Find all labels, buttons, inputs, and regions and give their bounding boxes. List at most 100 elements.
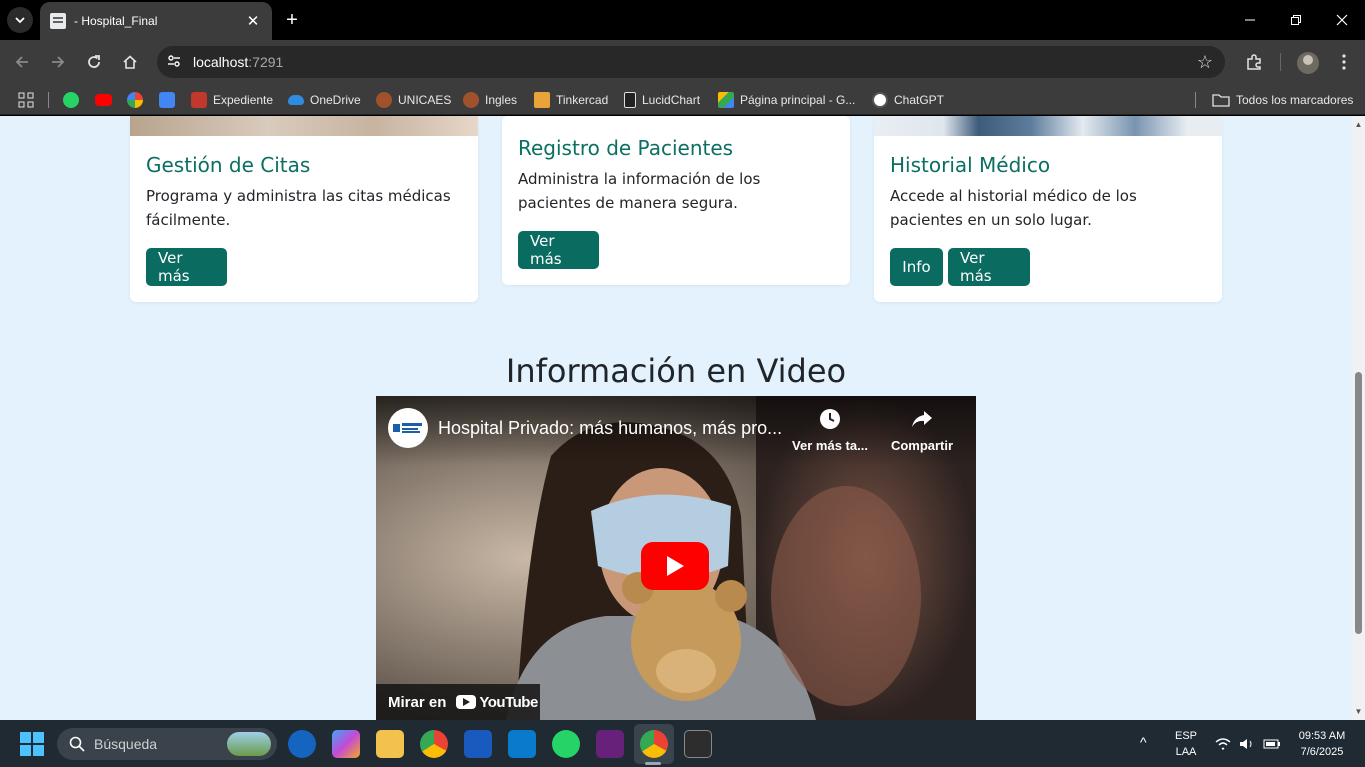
search-icon [69, 736, 85, 752]
copilot-icon[interactable] [332, 730, 360, 758]
chrome-profile-icon[interactable] [640, 730, 668, 758]
tab-search-button[interactable] [7, 7, 33, 33]
browser-tab[interactable]: - Hospital_Final ✕ [40, 2, 272, 40]
bookmark-divider [1195, 92, 1196, 108]
minimize-button[interactable] [1227, 0, 1273, 40]
file-explorer-icon[interactable] [376, 730, 404, 758]
watch-on-youtube-button[interactable]: Mirar en YouTube [376, 684, 540, 720]
bookmark-onedrive[interactable]: OneDrive [288, 91, 361, 109]
back-arrow-icon [15, 56, 28, 68]
youtube-bookmark[interactable] [95, 91, 118, 109]
ver-mas-button[interactable]: Ver más [518, 231, 599, 269]
bookmark-star-icon[interactable]: ☆ [1197, 52, 1213, 73]
section-title: Información en Video [505, 352, 847, 390]
all-bookmarks-folder[interactable]: Todos los marcadores [1212, 91, 1353, 109]
close-window-button[interactable] [1319, 0, 1365, 40]
hospital-logo-icon [393, 423, 422, 433]
share-icon [912, 411, 932, 427]
google-bookmark[interactable] [127, 91, 149, 109]
chrome-icon[interactable] [420, 730, 448, 758]
ingles-icon [463, 92, 479, 108]
reload-button[interactable] [80, 48, 108, 76]
page-content: Gestión de Citas Programa y administra l… [0, 116, 1352, 720]
clock-icon [820, 409, 840, 429]
card-title: Historial Médico [890, 153, 1051, 177]
wifi-volume-battery-icon [1215, 738, 1280, 750]
expediente-icon [191, 92, 207, 108]
url-text[interactable]: localhost:7291 [193, 54, 283, 70]
menu-button[interactable] [1330, 48, 1358, 76]
translate-bookmark[interactable] [159, 91, 181, 109]
grid-icon [18, 92, 34, 108]
taskbar-app-1[interactable] [288, 730, 316, 758]
scroll-down-arrow[interactable]: ▼ [1354, 707, 1363, 716]
card-title: Registro de Pacientes [518, 136, 734, 160]
toolbar-divider [1280, 53, 1281, 71]
forward-button[interactable] [44, 48, 72, 76]
play-button[interactable] [641, 542, 709, 590]
bookmark-pagina-principal[interactable]: Página principal - G... [718, 91, 855, 109]
ver-mas-button[interactable]: Ver más [146, 248, 227, 286]
terminal-icon[interactable] [684, 730, 712, 758]
ver-mas-button[interactable]: Ver más [948, 248, 1030, 286]
restore-button[interactable] [1273, 0, 1319, 40]
site-info-icon[interactable] [165, 53, 183, 71]
word-icon[interactable] [464, 730, 492, 758]
card-gestion-citas: Gestión de Citas Programa y administra l… [130, 116, 478, 302]
chatgpt-icon [872, 92, 888, 108]
taskbar-search[interactable]: Búsqueda [57, 728, 277, 760]
close-tab-icon[interactable]: ✕ [244, 12, 262, 30]
lang-bottom: LAA [1175, 746, 1197, 758]
reload-icon [88, 55, 100, 68]
vscode-icon[interactable] [508, 730, 536, 758]
channel-avatar[interactable] [388, 408, 428, 448]
windows-icon [20, 732, 44, 756]
forward-arrow-icon [52, 56, 65, 68]
share-button[interactable]: Compartir [884, 408, 960, 453]
scroll-thumb[interactable] [1355, 372, 1362, 634]
more-vert-icon [1342, 54, 1346, 70]
card-text: Administra la información de los pacient… [518, 170, 761, 212]
unicaes-icon [376, 92, 392, 108]
clock-date: 7/6/2025 [1300, 746, 1344, 758]
apps-icon[interactable] [18, 91, 34, 109]
card-title: Gestión de Citas [146, 153, 311, 177]
home-button[interactable] [116, 48, 144, 76]
youtube-video-embed[interactable]: Hospital Privado: más humanos, más pro..… [376, 396, 976, 720]
watch-on-label: Mirar en [388, 693, 447, 711]
url-host: localhost [193, 54, 249, 70]
whatsapp-bookmark[interactable] [63, 91, 85, 109]
chevron-up-icon[interactable]: ^ [1140, 734, 1147, 750]
translate-icon [159, 92, 175, 108]
clock-time: 09:53 AM [1298, 730, 1346, 742]
avatar-head [1303, 55, 1313, 65]
url-port: :7291 [248, 54, 284, 70]
bookmark-expediente[interactable]: Expediente [191, 91, 273, 109]
watch-later-label: Ver más ta... [792, 438, 868, 453]
page-scrollbar[interactable]: ▲ ▼ [1352, 116, 1365, 720]
bookmark-label: Tinkercad [556, 93, 609, 107]
bookmark-tinkercad[interactable]: Tinkercad [534, 91, 608, 109]
google-icon [127, 92, 143, 108]
visual-studio-icon[interactable] [596, 730, 624, 758]
bookmark-ingles[interactable]: Ingles [463, 91, 517, 109]
address-bar[interactable]: localhost:7291 ☆ [157, 46, 1225, 78]
system-tray-icons[interactable] [1214, 735, 1284, 758]
drive-icon [718, 92, 734, 108]
info-button[interactable]: Info [890, 248, 943, 286]
start-button[interactable] [20, 732, 44, 756]
watch-later-button[interactable]: Ver más ta... [788, 408, 872, 453]
back-button[interactable] [8, 48, 36, 76]
clock[interactable]: 09:53 AM 7/6/2025 [1288, 728, 1356, 760]
scroll-up-arrow[interactable]: ▲ [1354, 120, 1363, 129]
bookmark-unicaes[interactable]: UNICAES [376, 91, 451, 109]
new-tab-button[interactable]: + [280, 8, 304, 32]
language-indicator[interactable]: ESP LAA [1170, 728, 1202, 760]
whatsapp-icon [63, 92, 79, 108]
bookmark-lucidchart[interactable]: LucidChart [624, 91, 700, 109]
profile-avatar[interactable] [1297, 52, 1319, 74]
whatsapp-icon[interactable] [552, 730, 580, 758]
bookmark-chatgpt[interactable]: ChatGPT [872, 91, 944, 109]
video-title[interactable]: Hospital Privado: más humanos, más pro..… [438, 418, 782, 439]
extensions-button[interactable] [1240, 48, 1268, 76]
